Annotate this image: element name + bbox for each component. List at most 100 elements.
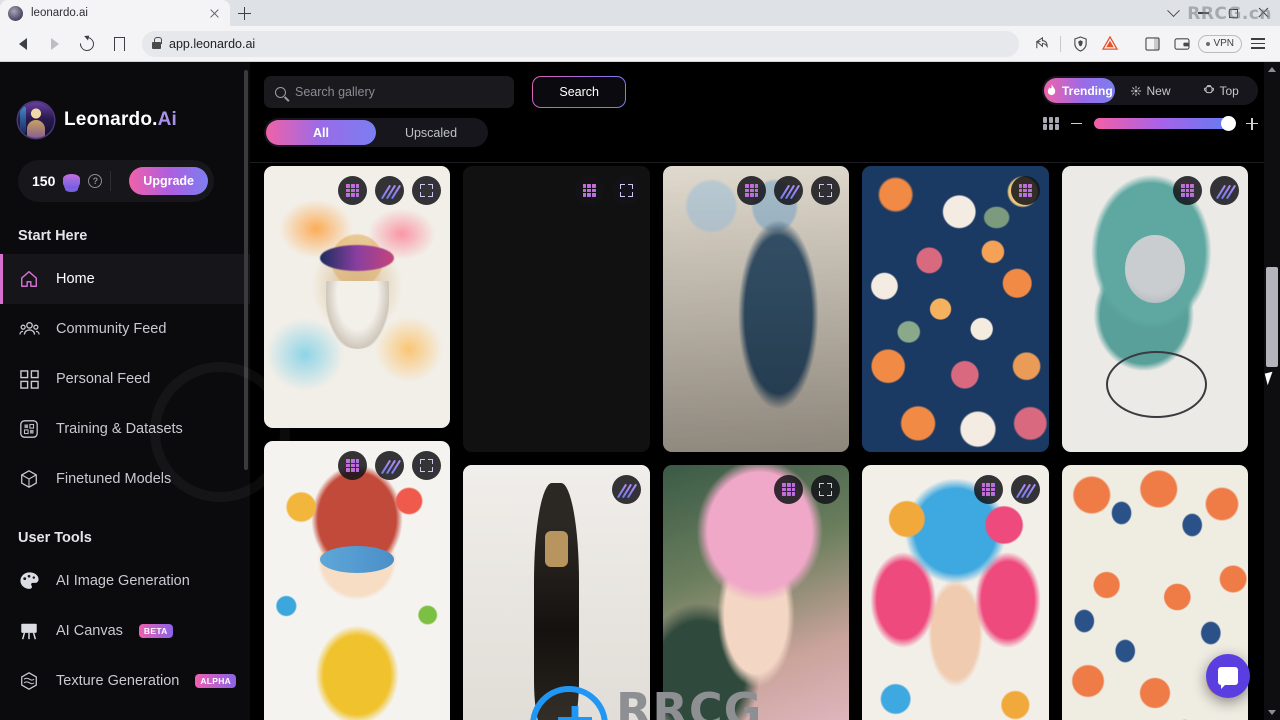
zoom-in-button[interactable] (1246, 117, 1258, 130)
zoom-controls (1042, 116, 1258, 131)
gallery-card-koala-riding-bicycle[interactable] (1061, 166, 1249, 452)
gallery-card-pink-haired-fantasy-woman[interactable] (662, 465, 850, 720)
brave-shield-icon[interactable] (1066, 30, 1094, 58)
sidebar-scrollbar[interactable] (244, 70, 248, 470)
slash-lines-icon[interactable] (375, 451, 405, 480)
flame-icon (1047, 84, 1056, 96)
maximize-window-button[interactable] (1218, 0, 1248, 26)
close-window-button[interactable] (1248, 0, 1278, 26)
artwork-image (862, 166, 1049, 452)
sidebar-panel-icon[interactable] (1138, 30, 1166, 58)
bookmark-button[interactable] (104, 29, 134, 59)
vpn-label: VPN (1213, 38, 1234, 49)
sidebar-item-personal-feed[interactable]: Personal Feed (0, 354, 250, 404)
question-mark-icon[interactable]: ? (88, 174, 103, 188)
sidebar-item-ai-canvas[interactable]: AI Canvas BETA (0, 606, 250, 656)
card-actions (611, 475, 641, 504)
brand[interactable]: Leonardo.Ai (0, 62, 250, 138)
sidebar-item-community-feed[interactable]: Community Feed (0, 304, 250, 354)
gallery-toolbar: Search All Upscaled Trending (250, 62, 1280, 162)
texture-cube-icon (18, 670, 40, 692)
expand-fullscreen-icon[interactable] (611, 176, 641, 205)
tab-new[interactable]: New (1115, 78, 1186, 103)
hamburger-menu-icon (1251, 38, 1265, 49)
zoom-slider-knob[interactable] (1221, 116, 1236, 131)
gallery-card-blue-haired-warrior-woman[interactable] (662, 166, 850, 452)
back-button[interactable] (8, 29, 38, 59)
slash-lines-icon[interactable] (1010, 475, 1040, 504)
slash-lines-icon[interactable] (774, 176, 804, 205)
card-actions (574, 176, 641, 205)
browser-window: leonardo.ai app.leonardo.ai VPN Leonardo… (0, 0, 1280, 720)
new-tab-button[interactable] (230, 0, 258, 26)
scrollbar-thumb[interactable] (1266, 267, 1278, 367)
upgrade-button[interactable]: Upgrade (129, 167, 208, 195)
remix-grid-icon[interactable] (1010, 176, 1040, 205)
scroll-up-arrow-icon[interactable] (1268, 67, 1276, 72)
leonardo-logo-icon (18, 102, 54, 138)
tab-trending[interactable]: Trending (1044, 78, 1115, 103)
dataset-icon (18, 418, 40, 440)
share-icon[interactable] (1027, 30, 1055, 58)
gallery-card-girl-blue-glasses-hoodie[interactable] (264, 441, 451, 720)
sidebar: Leonardo.Ai 150 ? Upgrade Start Here Hom… (0, 62, 250, 720)
browser-tab[interactable]: leonardo.ai (0, 0, 230, 26)
zoom-out-button[interactable] (1071, 122, 1082, 125)
sidebar-item-training-datasets[interactable]: Training & Datasets (0, 404, 250, 454)
minimize-window-button[interactable] (1188, 0, 1218, 26)
reload-button[interactable] (72, 29, 102, 59)
reload-icon (77, 33, 97, 54)
expand-fullscreen-icon[interactable] (412, 176, 442, 205)
expand-fullscreen-icon[interactable] (811, 176, 841, 205)
address-bar[interactable]: app.leonardo.ai (142, 30, 1020, 57)
tab-top[interactable]: Top (1185, 78, 1256, 103)
close-tab-icon[interactable] (207, 6, 222, 21)
search-input[interactable] (295, 85, 503, 100)
grid-density-icon[interactable] (1043, 117, 1059, 130)
gallery-card-dark-warrior-concept-sheet[interactable] (463, 465, 650, 720)
brave-lion-icon[interactable] (1096, 30, 1124, 58)
wallet-icon[interactable] (1168, 30, 1196, 58)
slash-lines-icon[interactable] (1210, 176, 1240, 205)
toolbar-divider-line (250, 162, 1280, 163)
search-button[interactable]: Search (532, 76, 627, 109)
sort-label: New (1146, 83, 1171, 98)
gallery-card-orange-floral-blue-pattern[interactable] (862, 166, 1049, 452)
remix-grid-icon[interactable] (774, 475, 804, 504)
sidebar-item-ai-image-generation[interactable]: AI Image Generation (0, 556, 250, 606)
gallery-card-egyptian-hieroglyphs-wall[interactable] (463, 166, 650, 452)
remix-grid-icon[interactable] (1173, 176, 1203, 205)
gallery-card-watercolor-lion-sunglasses[interactable] (264, 166, 451, 428)
expand-fullscreen-icon[interactable] (412, 451, 442, 480)
remix-grid-icon[interactable] (338, 176, 368, 205)
scroll-down-arrow-icon[interactable] (1268, 710, 1276, 715)
sidebar-item-home[interactable]: Home (0, 254, 250, 304)
remix-grid-icon[interactable] (338, 451, 368, 480)
sidebar-item-finetuned-models[interactable]: Finetuned Models (0, 454, 250, 504)
gallery-card-rainbow-hair-girl-portrait[interactable] (862, 465, 1049, 720)
card-actions (1173, 176, 1240, 205)
page-scrollbar[interactable] (1264, 62, 1280, 720)
intercom-chat-button[interactable] (1206, 654, 1250, 698)
credits-panel: 150 ? Upgrade (18, 160, 214, 202)
home-icon (18, 268, 40, 290)
remix-grid-icon[interactable] (574, 176, 604, 205)
expand-fullscreen-icon[interactable] (811, 475, 841, 504)
tab-upscaled[interactable]: Upscaled (376, 120, 486, 145)
sidebar-item-texture-generation[interactable]: Texture Generation ALPHA (0, 656, 250, 706)
tab-all[interactable]: All (266, 120, 376, 146)
search-gallery-field[interactable] (264, 76, 514, 109)
sidebar-item-label: Finetuned Models (56, 471, 172, 487)
browser-menu-button[interactable] (1244, 30, 1272, 58)
search-button-label[interactable]: Search (533, 77, 626, 108)
remix-grid-icon[interactable] (973, 475, 1003, 504)
credits-amount: 150 (32, 173, 56, 189)
vpn-status-button[interactable]: VPN (1198, 34, 1242, 53)
slash-lines-icon[interactable] (611, 475, 641, 504)
tab-search-chevron-icon[interactable] (1158, 0, 1188, 26)
arrow-right-icon (51, 37, 59, 50)
zoom-slider[interactable] (1094, 116, 1236, 131)
forward-button[interactable] (40, 29, 70, 59)
remix-grid-icon[interactable] (737, 176, 767, 205)
slash-lines-icon[interactable] (375, 176, 405, 205)
